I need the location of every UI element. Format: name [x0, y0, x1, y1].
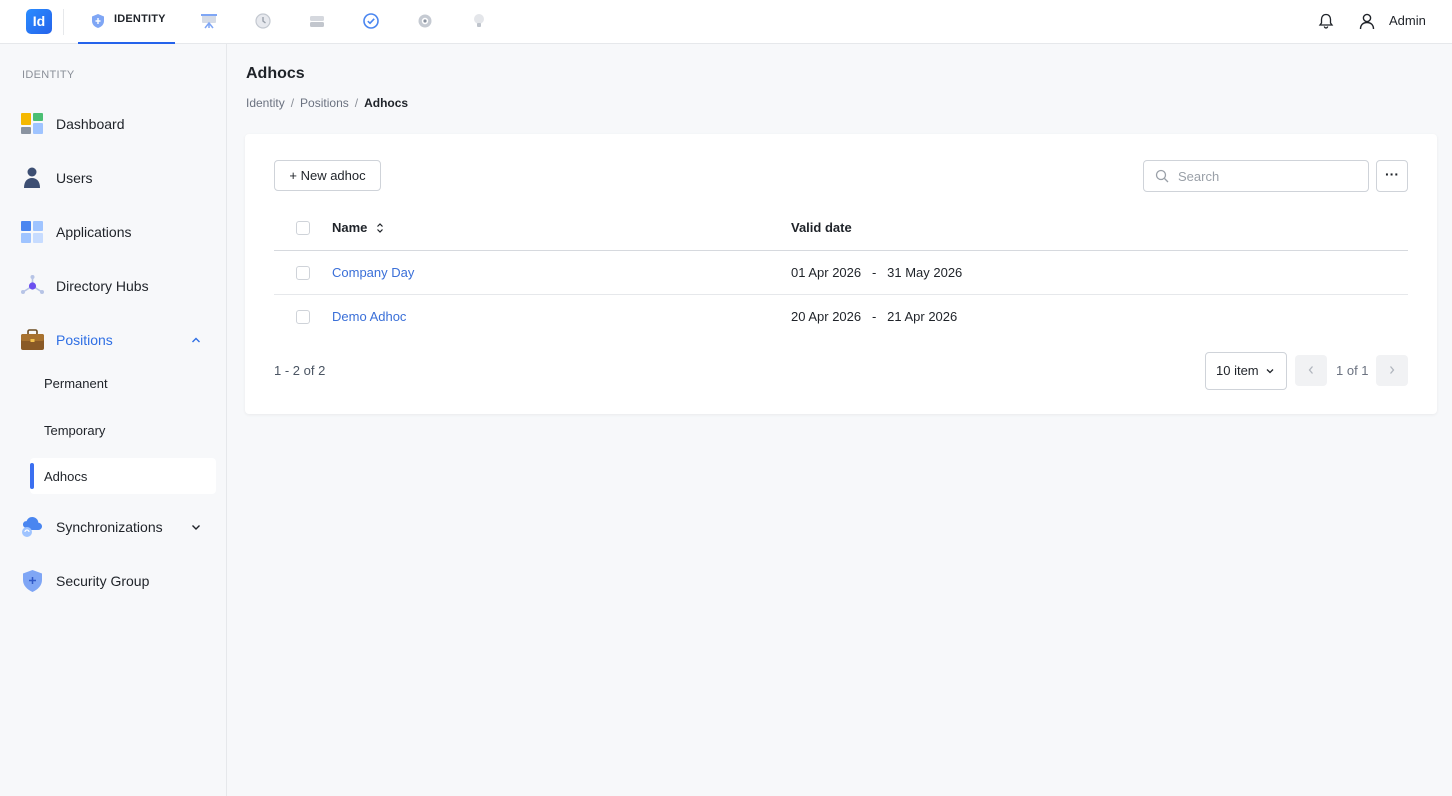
row-checkbox[interactable]: [296, 310, 310, 324]
column-header-valid-date: Valid date: [791, 220, 852, 235]
chevron-left-icon: [1308, 366, 1313, 374]
sidebar-item-positions[interactable]: Positions: [20, 322, 216, 358]
chevron-right-icon: [1390, 366, 1395, 374]
sidebar-item-dashboard[interactable]: Dashboard: [20, 106, 216, 142]
bell-icon[interactable]: [1317, 12, 1335, 30]
sidebar: IDENTITY Dashboard Users Applications Di…: [0, 44, 227, 796]
sidebar-item-label: Users: [56, 170, 93, 186]
sidebar-item-label: Security Group: [56, 573, 150, 589]
chevron-down-icon[interactable]: [190, 521, 202, 533]
row-checkbox[interactable]: [296, 266, 310, 280]
history-icon[interactable]: [254, 12, 272, 30]
sidebar-subitem-label: Adhocs: [44, 469, 88, 484]
previous-page-button[interactable]: [1295, 355, 1327, 386]
app-logo[interactable]: Id: [26, 9, 52, 34]
sidebar-subitem-label: Temporary: [44, 423, 106, 438]
lightbulb-icon[interactable]: [470, 12, 488, 30]
presentation-icon[interactable]: [200, 12, 218, 30]
search-input[interactable]: [1178, 166, 1358, 186]
adhoc-name-link[interactable]: Company Day: [332, 265, 414, 280]
adhoc-name-link[interactable]: Demo Adhoc: [332, 309, 406, 324]
valid-date-cell: 20 Apr 2026 - 21 Apr 2026: [791, 309, 958, 324]
sidebar-item-label: Directory Hubs: [56, 278, 149, 294]
table-header: Name Valid date: [274, 206, 1408, 251]
sidebar-subitem-permanent[interactable]: Permanent: [30, 365, 216, 401]
breadcrumb-identity[interactable]: Identity: [246, 96, 285, 110]
search-icon: [1155, 169, 1169, 183]
tab-identity-label: IDENTITY: [114, 13, 166, 25]
top-bar: Id IDENTITY Admin: [0, 0, 1452, 44]
breadcrumb-separator: /: [290, 96, 295, 110]
cloud-sync-icon: [22, 517, 42, 537]
hub-icon: [21, 275, 44, 294]
adhocs-card: + New adhoc ··· Name Valid date Company …: [245, 134, 1437, 414]
sidebar-item-label: Dashboard: [56, 116, 125, 132]
storage-icon[interactable]: [308, 12, 326, 30]
search-field[interactable]: [1143, 160, 1369, 192]
breadcrumb-separator: /: [354, 96, 359, 110]
sidebar-subitem-temporary[interactable]: Temporary: [30, 412, 216, 448]
page-size-select[interactable]: 10 item: [1205, 352, 1287, 390]
briefcase-icon: [21, 329, 44, 350]
new-adhoc-button[interactable]: + New adhoc: [274, 160, 381, 191]
select-all-checkbox[interactable]: [296, 221, 310, 235]
table-row: Company Day 01 Apr 2026 - 31 May 2026: [274, 251, 1408, 295]
breadcrumb-current: Adhocs: [364, 96, 409, 110]
page-indicator: 1 of 1: [1336, 363, 1369, 378]
chevron-down-icon: [1266, 369, 1274, 374]
page-size-value: 10 item: [1216, 363, 1259, 378]
sidebar-item-directory-hubs[interactable]: Directory Hubs: [20, 268, 216, 304]
more-options-button[interactable]: ···: [1376, 160, 1408, 192]
settings-icon[interactable]: [416, 12, 434, 30]
sidebar-item-applications[interactable]: Applications: [20, 214, 216, 250]
dashboard-icon: [21, 113, 43, 134]
sidebar-item-label: Synchronizations: [56, 519, 163, 535]
sidebar-item-label: Applications: [56, 224, 132, 240]
pagination-range: 1 - 2 of 2: [274, 363, 326, 378]
user-name[interactable]: Admin: [1389, 13, 1426, 28]
page-title: Adhocs: [246, 65, 305, 82]
sidebar-subitem-label: Permanent: [44, 376, 108, 391]
next-page-button[interactable]: [1376, 355, 1408, 386]
sidebar-item-label: Positions: [56, 332, 113, 348]
shield-icon: [23, 570, 42, 592]
sidebar-item-users[interactable]: Users: [20, 160, 216, 196]
breadcrumb-positions[interactable]: Positions: [300, 96, 349, 110]
column-header-name[interactable]: Name: [332, 220, 367, 235]
sidebar-item-synchronizations[interactable]: Synchronizations: [20, 509, 216, 545]
valid-date-cell: 01 Apr 2026 - 31 May 2026: [791, 265, 963, 280]
sidebar-section-title: IDENTITY: [22, 69, 75, 81]
tab-identity[interactable]: IDENTITY: [78, 0, 175, 44]
user-icon[interactable]: [1358, 12, 1376, 30]
sort-icon[interactable]: [375, 222, 385, 234]
shield-icon: [92, 14, 104, 28]
check-badge-icon[interactable]: [362, 12, 380, 30]
logo-divider: [63, 9, 64, 35]
table-row: Demo Adhoc 20 Apr 2026 - 21 Apr 2026: [274, 295, 1408, 339]
sidebar-subitem-adhocs[interactable]: Adhocs: [30, 458, 216, 494]
chevron-up-icon[interactable]: [190, 334, 202, 346]
applications-icon: [21, 221, 43, 243]
breadcrumb: Identity / Positions / Adhocs: [246, 96, 408, 110]
user-icon: [24, 167, 40, 188]
adhocs-table: Name Valid date Company Day 01 Apr 2026 …: [274, 206, 1408, 339]
sidebar-item-security-group[interactable]: Security Group: [20, 563, 216, 599]
